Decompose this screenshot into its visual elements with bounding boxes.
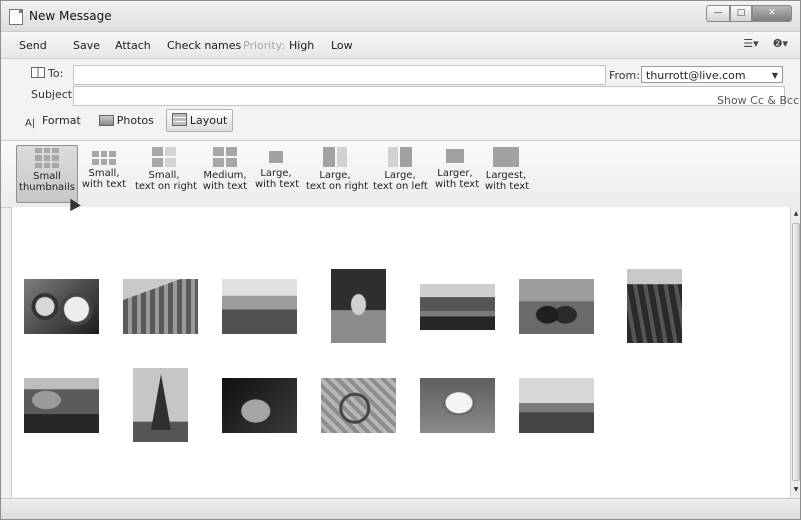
message-body[interactable]: [11, 207, 790, 497]
status-bar: [1, 498, 800, 519]
format-icon: A|: [25, 118, 36, 129]
cafe-photo[interactable]: [24, 279, 99, 334]
layout-label: with text: [202, 181, 248, 192]
layout-label: Small,: [88, 168, 120, 179]
layout-icon: [171, 113, 187, 126]
ferris-wheel-photo[interactable]: [321, 378, 396, 433]
command-bar: Send Save Attach Check names Priority: H…: [1, 32, 800, 59]
window-controls: — □ ✕: [706, 5, 792, 22]
layout-large-text-on-left[interactable]: Large, text on left: [373, 145, 428, 201]
vertical-scrollbar[interactable]: ▲ ▼: [790, 207, 800, 497]
check-names-button[interactable]: Check names: [167, 39, 241, 52]
large-text-on-left-icon: [388, 147, 412, 167]
largest-with-text-icon: [493, 147, 519, 167]
eiffel-tower-shape: [151, 374, 171, 430]
layout-label: Small,: [148, 170, 180, 181]
layout-large-with-text[interactable]: Large, with text: [255, 145, 300, 201]
scrollbar-thumb[interactable]: [792, 223, 800, 481]
new-message-icon: [9, 9, 23, 25]
coffee-cup-photo[interactable]: [420, 378, 495, 433]
layout-label: Largest,: [485, 170, 527, 181]
priority-label: Priority:: [243, 39, 286, 52]
layout-label: with text: [255, 179, 300, 190]
from-label: From:: [609, 69, 640, 82]
close-button[interactable]: ✕: [752, 5, 792, 22]
show-cc-bcc-link[interactable]: Show Cc & Bcc: [717, 94, 799, 107]
layout-label: text on right: [306, 181, 369, 192]
scroll-down-arrow-icon[interactable]: ▼: [792, 485, 800, 495]
layout-small-with-text[interactable]: Small, with text: [81, 145, 127, 201]
tab-photos[interactable]: Photos: [93, 109, 160, 132]
park-photo[interactable]: [627, 269, 682, 343]
message-window: New Message — □ ✕ Send Save Attach Check…: [0, 0, 801, 520]
to-field[interactable]: [73, 65, 606, 85]
layout-label: thumbnails: [19, 182, 75, 193]
tab-format-label: Format: [42, 114, 81, 127]
eiffel-tower-photo[interactable]: [133, 368, 188, 442]
address-book-icon[interactable]: [31, 67, 45, 78]
maximize-button[interactable]: □: [730, 5, 752, 22]
layout-largest-with-text[interactable]: Largest, with text: [485, 145, 530, 201]
large-with-text-icon: [269, 151, 283, 163]
medium-with-text-icon: [213, 147, 237, 167]
attach-button[interactable]: Attach: [115, 39, 151, 52]
small-text-on-right-icon: [152, 147, 176, 167]
layout-label: text on right: [135, 181, 198, 192]
scroll-up-arrow-icon[interactable]: ▲: [792, 209, 800, 219]
priority-low-button[interactable]: Low: [331, 39, 353, 52]
couple-photo[interactable]: [519, 279, 594, 334]
small-with-text-icon: [92, 151, 116, 165]
tab-layout[interactable]: Layout: [165, 109, 234, 132]
editor-tabs: A| Format Photos Layout: [19, 109, 234, 132]
send-button[interactable]: Send: [19, 39, 47, 52]
street-photo[interactable]: [123, 279, 198, 334]
tab-format[interactable]: A| Format: [19, 109, 87, 132]
tab-photos-label: Photos: [116, 114, 154, 127]
large-text-on-right-icon: [323, 147, 347, 167]
layout-label: Medium,: [203, 170, 247, 181]
layout-small-thumbnails[interactable]: Small thumbnails: [16, 145, 78, 203]
subject-field[interactable]: [73, 86, 785, 106]
compose-header: To: From: thurrott@live.com ▼ Subject: S…: [1, 59, 800, 139]
city-view-photo[interactable]: [222, 279, 297, 334]
layout-label: with text: [81, 179, 127, 190]
layout-label: with text: [485, 181, 530, 192]
layout-label: Large,: [384, 170, 416, 181]
riverbank-photo[interactable]: [519, 378, 594, 433]
subject-label: Subject:: [31, 88, 76, 101]
layout-label: Small: [33, 171, 61, 182]
save-button[interactable]: Save: [73, 39, 100, 52]
larger-with-text-icon: [446, 149, 464, 163]
help-icon[interactable]: ❷▾: [773, 37, 788, 50]
layout-large-text-on-right[interactable]: Large, text on right: [306, 145, 369, 201]
to-label[interactable]: To:: [31, 67, 63, 80]
small-thumbnails-icon: [35, 148, 59, 168]
layout-label: Larger,: [437, 168, 473, 179]
priority-high-button[interactable]: High: [289, 39, 314, 52]
layout-label: with text: [435, 179, 480, 190]
dark-photo[interactable]: [222, 378, 297, 433]
from-value: thurrott@live.com: [646, 69, 746, 82]
to-label-text: To:: [48, 67, 64, 80]
layout-medium-with-text[interactable]: Medium, with text: [202, 145, 248, 201]
layout-ribbon: Small thumbnails Small, with text Small,…: [1, 140, 800, 208]
layout-label: Large,: [260, 168, 292, 179]
photos-icon: [98, 115, 114, 126]
fountain-photo[interactable]: [24, 378, 99, 433]
statue-photo[interactable]: [331, 269, 386, 343]
title-bar: New Message — □ ✕: [1, 1, 800, 32]
layout-label: Large,: [319, 170, 351, 181]
minimize-button[interactable]: —: [706, 5, 730, 22]
layout-larger-with-text[interactable]: Larger, with text: [435, 145, 480, 201]
dropdown-arrow-icon: ▼: [771, 71, 778, 80]
layout-label: text on left: [373, 181, 428, 192]
river-photo[interactable]: [420, 284, 495, 330]
window-title: New Message: [29, 9, 112, 23]
from-select[interactable]: thurrott@live.com ▼: [641, 66, 783, 83]
toolbar-right-icons: ☰▾ ❷▾: [743, 37, 788, 50]
layout-small-text-on-right[interactable]: Small, text on right: [135, 145, 198, 201]
menu-icon[interactable]: ☰▾: [743, 37, 758, 50]
tab-layout-label: Layout: [189, 114, 228, 127]
